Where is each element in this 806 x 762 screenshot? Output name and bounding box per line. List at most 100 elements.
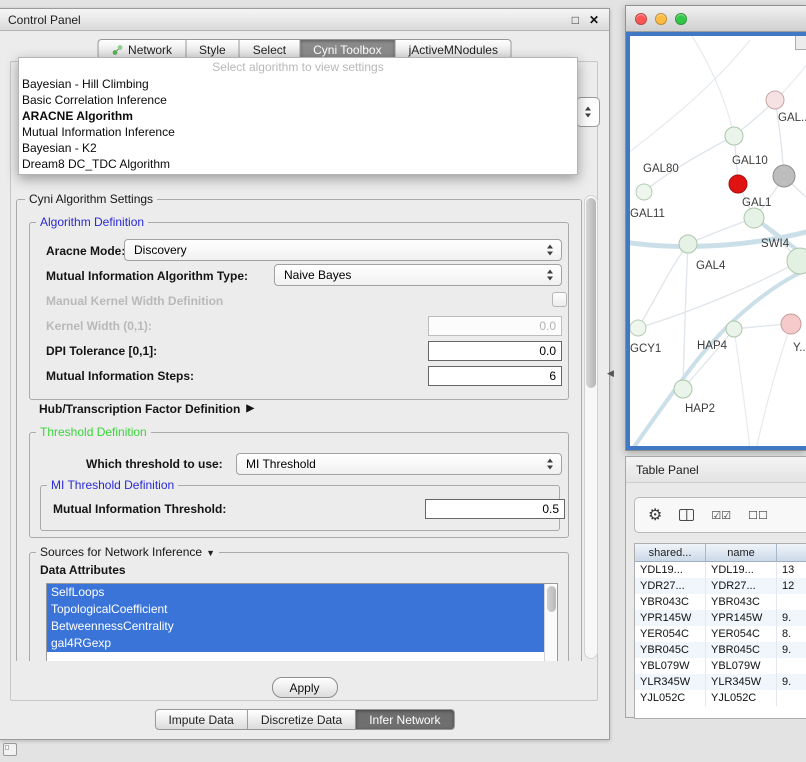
gear-icon[interactable]: ⚙ — [648, 505, 662, 525]
network-node-top-pink[interactable] — [766, 91, 784, 109]
table-row[interactable]: YPR145WYPR145W9. — [635, 610, 806, 626]
attribute-item[interactable]: BetweennessCentrality — [47, 618, 544, 635]
kernel-width-label: Kernel Width (0,1): — [46, 319, 152, 333]
threshold-definition-group: Threshold Definition Which threshold to … — [29, 432, 569, 538]
float-window-icon[interactable]: □ — [572, 14, 579, 26]
minimize-traffic-light[interactable] — [655, 13, 667, 25]
hub-definition-toggle[interactable]: Hub/Transcription Factor Definition ▶ — [39, 402, 254, 416]
table-row[interactable]: YBR043CYBR043C — [635, 594, 806, 610]
node-label: GAL... — [778, 112, 806, 124]
select-all-icon[interactable]: ☑☑ — [711, 509, 731, 522]
network-edge[interactable] — [638, 244, 688, 328]
table-cell — [777, 594, 806, 610]
algorithm-option-placeholder[interactable]: Select algorithm to view settings — [19, 59, 577, 76]
settings-scrollbar-thumb[interactable] — [586, 198, 596, 388]
column-header[interactable]: name — [706, 544, 777, 561]
bottom-tab-discretize-data[interactable]: Discretize Data — [248, 709, 356, 730]
table-cell: YBR043C — [635, 594, 706, 610]
mi-threshold-field[interactable]: 0.5 — [425, 499, 565, 519]
algorithm-option[interactable]: ARACNE Algorithm — [19, 108, 577, 124]
control-panel-titlebar[interactable]: Control Panel □ ✕ — [0, 9, 609, 31]
network-edge[interactable] — [756, 324, 791, 448]
zoom-traffic-light[interactable] — [675, 13, 687, 25]
manual-kernel-checkbox[interactable] — [552, 292, 567, 307]
network-node-gal1[interactable] — [744, 208, 764, 228]
network-node-hap2[interactable] — [674, 380, 692, 398]
table-row[interactable]: YLR345WYLR345W9. — [635, 674, 806, 690]
network-node-gal10-gray[interactable] — [773, 165, 795, 187]
column-header[interactable] — [777, 544, 806, 561]
dpi-tolerance-field[interactable]: 0.0 — [428, 341, 562, 361]
list-scrollbar[interactable] — [544, 584, 557, 661]
mi-threshold-definition-group: MI Threshold Definition Mutual Informati… — [40, 485, 560, 531]
table-cell: YBR045C — [706, 642, 777, 658]
which-threshold-label: Which threshold to use: — [86, 457, 223, 471]
node-table: shared...name YDL19...YDL19...13YDR27...… — [634, 543, 806, 719]
algorithm-option[interactable]: Dream8 DC_TDC Algorithm — [19, 156, 577, 172]
mi-algorithm-type-select[interactable]: Naive Bayes — [274, 264, 562, 286]
table-cell: YPR145W — [706, 610, 777, 626]
aracne-mode-select[interactable]: Discovery — [124, 239, 562, 261]
network-canvas[interactable]: GAL...GAL80GAL10GAL11GAL1SWI4GAL4GCY1HAP… — [630, 36, 806, 448]
network-node-swi4[interactable] — [787, 248, 806, 274]
network-node-gcy1[interactable] — [630, 320, 646, 336]
table-row[interactable]: YBL079WYBL079W — [635, 658, 806, 674]
algorithm-option[interactable]: Mutual Information Inference — [19, 124, 577, 140]
birdseye-toggle[interactable] — [795, 35, 806, 50]
sources-group-title[interactable]: Sources for Network Inference▼ — [36, 545, 219, 561]
table-row[interactable]: YDR27...YDR27...12 — [635, 578, 806, 594]
bottom-tab-impute-data[interactable]: Impute Data — [154, 709, 247, 730]
algorithm-option[interactable]: Bayesian - K2 — [19, 140, 577, 156]
network-edge[interactable] — [688, 218, 754, 244]
algorithm-option[interactable]: Basic Correlation Inference — [19, 92, 577, 108]
algorithm-option[interactable]: Bayesian - Hill Climbing — [19, 76, 577, 92]
network-node-gal4[interactable] — [679, 235, 697, 253]
sources-group: Sources for Network Inference▼ Data Attr… — [29, 552, 569, 661]
sources-title-text: Sources for Network Inference — [40, 545, 202, 559]
attribute-item[interactable]: SelfLoops — [47, 584, 544, 601]
algorithm-combobox-fragment[interactable] — [576, 97, 600, 127]
close-window-icon[interactable]: ✕ — [589, 14, 599, 26]
network-edge[interactable] — [692, 36, 734, 136]
deselect-all-icon[interactable]: ☐☐ — [748, 509, 768, 522]
network-node-gal10-upper[interactable] — [725, 127, 743, 145]
table-cell: YER054C — [706, 626, 777, 642]
table-cell: 9. — [777, 642, 806, 658]
which-threshold-select[interactable]: MI Threshold — [236, 453, 562, 475]
splitter-collapse-icon[interactable]: ◀ — [607, 368, 614, 379]
combo-arrows-icon — [547, 459, 554, 470]
network-edge[interactable] — [734, 329, 750, 448]
table-row[interactable]: YJL052CYJL052C — [635, 690, 806, 706]
column-header[interactable]: shared... — [635, 544, 706, 561]
attribute-item[interactable]: gal4RGexp — [47, 635, 544, 652]
mi-steps-field[interactable]: 6 — [428, 366, 562, 386]
network-node-right-pink[interactable] — [781, 314, 801, 334]
attribute-item[interactable]: TopologicalCoefficient — [47, 601, 544, 618]
table-cell — [777, 690, 806, 706]
network-edge[interactable] — [683, 244, 688, 389]
table-cell: YDR27... — [635, 578, 706, 594]
table-cell: YBL079W — [635, 658, 706, 674]
node-label: HAP4 — [697, 340, 728, 352]
network-node-gal80[interactable] — [636, 184, 652, 200]
close-traffic-light[interactable] — [635, 13, 647, 25]
table-row[interactable]: YER054CYER054C8. — [635, 626, 806, 642]
network-window-titlebar[interactable] — [626, 6, 806, 32]
table-row[interactable]: YBR045CYBR045C9. — [635, 642, 806, 658]
algorithm-popup-list: Bayesian - Hill ClimbingBasic Correlatio… — [19, 76, 577, 172]
network-canvas-container[interactable]: GAL...GAL80GAL10GAL11GAL1SWI4GAL4GCY1HAP… — [626, 32, 806, 450]
kernel-width-field[interactable]: 0.0 — [428, 316, 562, 336]
columns-icon[interactable] — [679, 509, 694, 521]
table-panel-title: Table Panel — [626, 457, 806, 483]
data-attributes-list[interactable]: SelfLoopsTopologicalCoefficientBetweenne… — [46, 583, 558, 661]
network-node-hap4[interactable] — [726, 321, 742, 337]
network-node-gal10-red[interactable] — [729, 175, 747, 193]
table-row[interactable]: YDL19...YDL19...13 — [635, 562, 806, 578]
list-scrollbar-thumb[interactable] — [547, 586, 556, 612]
node-label: Y... — [793, 342, 806, 354]
network-edge[interactable] — [683, 329, 734, 389]
minimized-panel-icon[interactable] — [3, 743, 17, 756]
apply-button[interactable]: Apply — [271, 677, 337, 698]
bottom-tab-infer-network[interactable]: Infer Network — [356, 709, 454, 730]
settings-scrollbar[interactable] — [584, 195, 598, 659]
